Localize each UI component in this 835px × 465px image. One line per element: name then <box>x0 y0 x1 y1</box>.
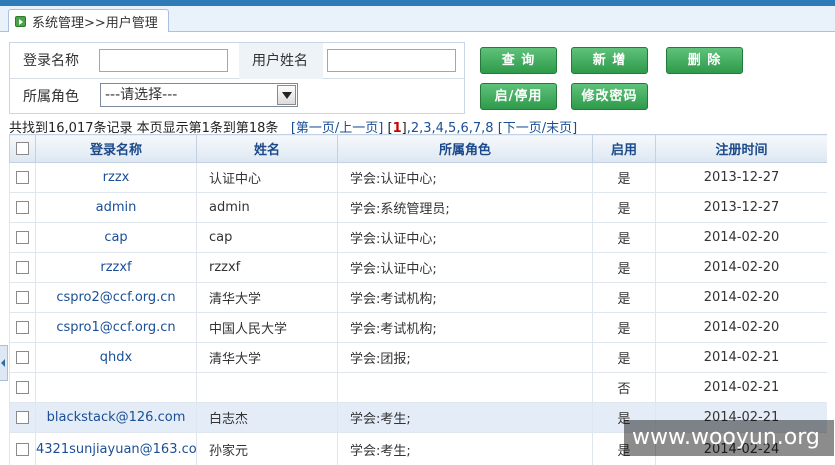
cell-enabled: 是 <box>592 252 656 283</box>
cell-role: 学会:考试机构; <box>337 312 593 343</box>
cell-date: 2014-02-20 <box>655 222 827 253</box>
cell-role: 学会:认证中心; <box>337 162 593 193</box>
cell-role <box>337 372 593 403</box>
cell-name: cap <box>196 222 338 253</box>
cell-date: 2014-02-20 <box>655 312 827 343</box>
cell-name: rzzxf <box>196 252 338 283</box>
cell-name: 孙家元 <box>196 432 338 465</box>
sidebar-collapse-handle[interactable] <box>0 345 8 381</box>
cell-login[interactable]: blackstack@126.com <box>35 402 197 433</box>
select-all-header <box>9 134 36 163</box>
play-icon <box>15 15 26 27</box>
cell-enabled: 是 <box>592 162 656 193</box>
cell-name: 中国人民大学 <box>196 312 338 343</box>
user-table: 登录名称 姓名 所属角色 启用 注册时间 rzzx 认证中心 学会:认证中心; … <box>9 134 827 465</box>
row-checkbox[interactable] <box>16 381 29 394</box>
cell-date: 2014-02-20 <box>655 252 827 283</box>
cell-name: 清华大学 <box>196 342 338 373</box>
user-table-container: 登录名称 姓名 所属角色 启用 注册时间 rzzx 认证中心 学会:认证中心; … <box>9 134 827 465</box>
table-row[interactable]: 否 2014-02-21 <box>9 372 827 403</box>
column-header-enabled[interactable]: 启用 <box>592 134 656 163</box>
table-row[interactable]: cap cap 学会:认证中心; 是 2014-02-20 <box>9 222 827 253</box>
cell-role: 学会:考生; <box>337 432 593 465</box>
cell-login[interactable]: cspro2@ccf.org.cn <box>35 282 197 313</box>
toggle-enable-button[interactable]: 启/停用 <box>480 83 557 110</box>
cell-login[interactable]: cap <box>35 222 197 253</box>
cell-enabled: 是 <box>592 342 656 373</box>
user-name-label: 用户姓名 <box>239 43 323 79</box>
cell-role: 学会:考试机构; <box>337 282 593 313</box>
delete-button[interactable]: 删 除 <box>666 47 743 74</box>
login-name-label: 登录名称 <box>23 53 79 69</box>
cell-login[interactable]: cspro1@ccf.org.cn <box>35 312 197 343</box>
row-checkbox[interactable] <box>16 411 29 424</box>
row-checkbox[interactable] <box>16 291 29 304</box>
login-name-input[interactable] <box>99 49 228 72</box>
column-header-date[interactable]: 注册时间 <box>655 134 827 163</box>
cell-enabled: 是 <box>592 312 656 343</box>
cell-login[interactable] <box>35 372 197 403</box>
cell-date: 2014-02-20 <box>655 282 827 313</box>
change-password-button[interactable]: 修改密码 <box>571 83 648 110</box>
role-select[interactable]: ---请选择--- <box>100 83 298 107</box>
table-row[interactable]: rzzxf rzzxf 学会:认证中心; 是 2014-02-20 <box>9 252 827 283</box>
search-panel: 登录名称 用户姓名 所属角色 ---请选择--- <box>9 42 465 114</box>
cell-name <box>196 372 338 403</box>
cell-role: 学会:认证中心; <box>337 222 593 253</box>
cell-login[interactable]: rzzxf <box>35 252 197 283</box>
user-name-input[interactable] <box>327 49 456 72</box>
add-button[interactable]: 新 增 <box>571 47 648 74</box>
cell-login[interactable]: admin <box>35 192 197 223</box>
table-row[interactable]: admin admin 学会:系统管理员; 是 2013-12-27 <box>9 192 827 223</box>
row-checkbox[interactable] <box>16 231 29 244</box>
cell-role: 学会:认证中心; <box>337 252 593 283</box>
cell-name: 认证中心 <box>196 162 338 193</box>
cell-date: 2013-12-27 <box>655 162 827 193</box>
row-checkbox[interactable] <box>16 321 29 334</box>
column-header-role[interactable]: 所属角色 <box>337 134 593 163</box>
cell-enabled: 是 <box>592 222 656 253</box>
cell-role: 学会:团报; <box>337 342 593 373</box>
breadcrumb-tab[interactable]: 系统管理>>用户管理 <box>8 9 169 32</box>
cell-name: admin <box>196 192 338 223</box>
watermark: www.wooyun.org <box>624 420 834 456</box>
cell-date: 2014-02-21 <box>655 342 827 373</box>
breadcrumb-bar: 系统管理>>用户管理 <box>0 6 835 32</box>
cell-login[interactable]: rzzx <box>35 162 197 193</box>
table-row[interactable]: cspro1@ccf.org.cn 中国人民大学 学会:考试机构; 是 2014… <box>9 312 827 343</box>
cell-date: 2013-12-27 <box>655 192 827 223</box>
query-button[interactable]: 查 询 <box>480 47 557 74</box>
cell-enabled: 是 <box>592 192 656 223</box>
table-row[interactable]: qhdx 清华大学 学会:团报; 是 2014-02-21 <box>9 342 827 373</box>
row-checkbox[interactable] <box>16 351 29 364</box>
column-header-name[interactable]: 姓名 <box>196 134 338 163</box>
cell-enabled: 是 <box>592 282 656 313</box>
cell-role: 学会:系统管理员; <box>337 192 593 223</box>
cell-name: 清华大学 <box>196 282 338 313</box>
cell-login[interactable]: qhdx <box>35 342 197 373</box>
table-row[interactable]: cspro2@ccf.org.cn 清华大学 学会:考试机构; 是 2014-0… <box>9 282 827 313</box>
table-header-row: 登录名称 姓名 所属角色 启用 注册时间 <box>9 134 827 163</box>
chevron-down-icon[interactable] <box>277 85 296 105</box>
row-checkbox[interactable] <box>16 201 29 214</box>
breadcrumb: 系统管理>>用户管理 <box>32 15 158 31</box>
role-select-value: ---请选择--- <box>105 87 178 103</box>
select-all-checkbox[interactable] <box>16 142 29 155</box>
cell-login[interactable]: 4321sunjiayuan@163.com <box>35 432 197 465</box>
column-header-login[interactable]: 登录名称 <box>35 134 197 163</box>
cell-role: 学会:考生; <box>337 402 593 433</box>
row-checkbox[interactable] <box>16 171 29 184</box>
role-label: 所属角色 <box>23 89 79 105</box>
cell-name: 白志杰 <box>196 402 338 433</box>
table-row[interactable]: rzzx 认证中心 学会:认证中心; 是 2013-12-27 <box>9 162 827 193</box>
cell-enabled: 否 <box>592 372 656 403</box>
cell-date: 2014-02-21 <box>655 372 827 403</box>
row-checkbox[interactable] <box>16 261 29 274</box>
row-checkbox[interactable] <box>16 443 29 456</box>
